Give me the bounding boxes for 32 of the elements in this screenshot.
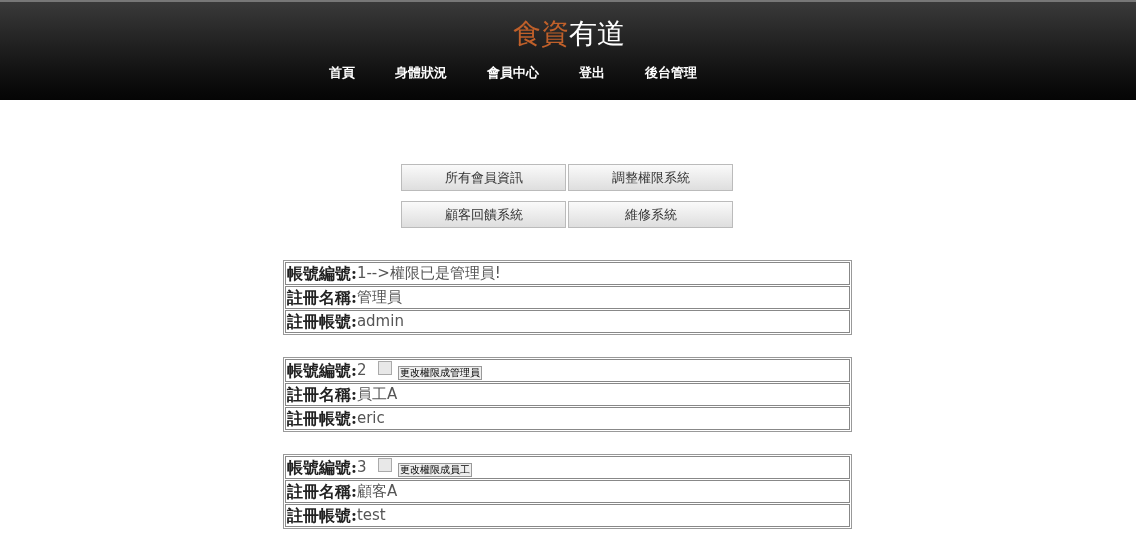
nav-link[interactable]: 登出 (559, 63, 625, 83)
field-label: 註冊名稱: (287, 383, 357, 406)
field-value: 2 (356, 360, 367, 382)
checkbox[interactable] (378, 361, 393, 375)
admin-button[interactable]: 維修系統 (568, 201, 733, 228)
field-label: 帳號編號: (287, 262, 357, 285)
field-label: 註冊帳號: (287, 504, 357, 527)
field-label: 帳號編號: (287, 359, 357, 382)
change-permission-button[interactable]: 更改權限成員工 (398, 462, 473, 477)
field-label: 註冊帳號: (287, 407, 357, 430)
change-permission-button[interactable]: 更改權限成管理員 (398, 365, 483, 380)
field-label: 註冊名稱: (287, 286, 357, 309)
nav-link[interactable]: 後台管理 (625, 63, 717, 83)
checkbox[interactable] (378, 458, 393, 472)
field-value: 顧客A (356, 481, 398, 503)
nav-link[interactable]: 會員中心 (467, 63, 559, 83)
admin-button[interactable]: 顧客回饋系統 (401, 201, 566, 228)
nav-link[interactable]: 首頁 (309, 63, 375, 83)
field-value: 1-->權限已是管理員! (356, 263, 501, 285)
field-label: 註冊名稱: (287, 480, 357, 503)
field-value: 管理員 (356, 287, 402, 309)
site-logo[interactable]: 食資有道 (513, 16, 625, 52)
admin-button[interactable]: 所有會員資訊 (401, 164, 566, 191)
nav-link[interactable]: 身體狀況 (375, 63, 467, 83)
field-value: 員工A (356, 384, 398, 406)
admin-button[interactable]: 調整權限系統 (568, 164, 733, 191)
field-label: 帳號編號: (287, 456, 357, 479)
field-label: 註冊帳號: (287, 310, 357, 333)
field-value: test (356, 505, 386, 527)
field-value: 3 (356, 457, 367, 479)
field-value: eric (356, 408, 385, 430)
field-value: admin (356, 311, 404, 333)
